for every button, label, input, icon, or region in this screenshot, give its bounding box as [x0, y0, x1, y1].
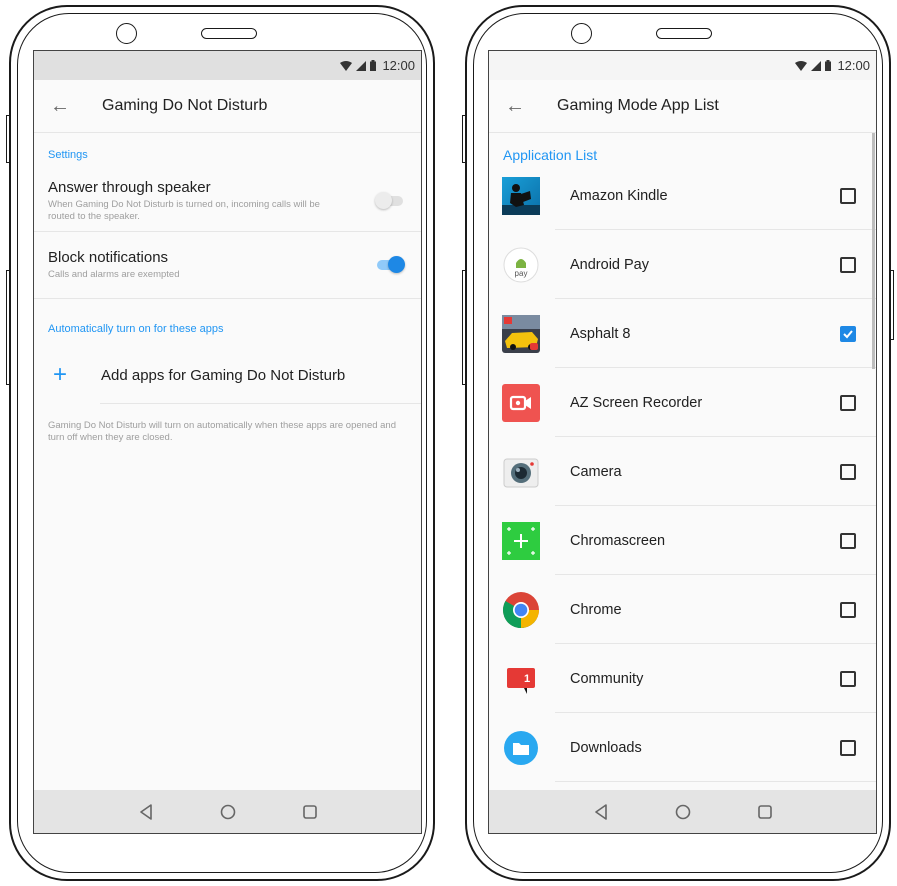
- block-notifications-toggle[interactable]: [375, 255, 405, 275]
- back-triangle-icon[interactable]: [134, 800, 158, 824]
- app-checkbox[interactable]: [840, 532, 856, 549]
- app-name: Community: [570, 670, 644, 687]
- list-item[interactable]: Chrome: [489, 575, 876, 644]
- list-item[interactable]: AZ Screen Recorder: [489, 368, 876, 437]
- app-name: Downloads: [570, 739, 642, 756]
- navigation-bar: [34, 790, 421, 833]
- svg-text:pay: pay: [515, 269, 528, 278]
- arrow-back-icon[interactable]: ←: [34, 95, 86, 118]
- page-title: Gaming Do Not Disturb: [102, 97, 268, 114]
- app-name: Asphalt 8: [570, 325, 631, 342]
- chrome-icon: [502, 591, 540, 629]
- app-checkbox[interactable]: [840, 739, 856, 756]
- add-apps-label: Add apps for Gaming Do Not Disturb: [101, 366, 346, 384]
- status-time: 12:00: [382, 58, 415, 73]
- chromascreen-icon: [502, 521, 540, 560]
- add-apps-button[interactable]: + Add apps for Gaming Do Not Disturb: [34, 347, 421, 403]
- home-circle-icon[interactable]: [216, 800, 240, 824]
- list-item[interactable]: Asphalt 8: [489, 299, 876, 368]
- screen-gaming-dnd: 12:00 ← Gaming Do Not Disturb Settings A…: [33, 50, 422, 834]
- status-bar: 12:00: [489, 51, 876, 80]
- app-checkbox[interactable]: [840, 256, 856, 273]
- app-checkbox[interactable]: [840, 601, 856, 618]
- app-bar: ← Gaming Mode App List: [489, 80, 876, 133]
- volume-button-left: [6, 115, 10, 163]
- app-name: Camera: [570, 463, 622, 480]
- footnote: Gaming Do Not Disturb will turn on autom…: [48, 420, 396, 443]
- status-icons: [795, 60, 832, 71]
- front-camera-left: [116, 23, 137, 44]
- android-pay-icon: pay: [502, 246, 540, 284]
- signal-icon: [356, 60, 367, 71]
- app-checkbox[interactable]: [840, 394, 856, 411]
- setting-title: Block notifications: [48, 249, 169, 266]
- setting-subtitle: Calls and alarms are exempted: [48, 269, 180, 280]
- home-circle-icon[interactable]: [671, 800, 695, 824]
- app-name: AZ Screen Recorder: [570, 394, 703, 411]
- app-name: Android Pay: [570, 256, 649, 273]
- app-name: Chrome: [570, 601, 622, 618]
- list-item[interactable]: 1 Community: [489, 644, 876, 713]
- side-button-left: [462, 270, 466, 385]
- page-title: Gaming Mode App List: [557, 97, 719, 114]
- setting-answer-through-speaker[interactable]: Answer through speaker When Gaming Do No…: [34, 161, 421, 231]
- battery-icon: [370, 60, 377, 71]
- list-item[interactable]: pay Android Pay: [489, 230, 876, 299]
- list-item[interactable]: Downloads: [489, 713, 876, 782]
- wifi-icon: [795, 60, 808, 71]
- app-checkbox[interactable]: [840, 187, 856, 204]
- asphalt-icon: [502, 314, 540, 353]
- az-recorder-icon: [502, 383, 540, 422]
- earpiece-right: [656, 28, 712, 39]
- volume-button-left: [462, 115, 466, 163]
- arrow-back-icon[interactable]: ←: [489, 95, 541, 118]
- status-icons: [340, 60, 377, 71]
- app-checkbox-checked[interactable]: [840, 325, 856, 342]
- app-bar: ← Gaming Do Not Disturb: [34, 80, 421, 133]
- check-icon: [843, 329, 853, 338]
- app-checkbox[interactable]: [840, 463, 856, 480]
- front-camera-right: [571, 23, 592, 44]
- battery-icon: [825, 60, 832, 71]
- status-bar: 12:00: [34, 51, 421, 80]
- signal-icon: [811, 60, 822, 71]
- side-button-left: [6, 270, 10, 385]
- auto-section-header: Automatically turn on for these apps: [48, 323, 224, 335]
- app-name: Chromascreen: [570, 532, 666, 549]
- status-time: 12:00: [837, 58, 870, 73]
- downloads-icon: [502, 729, 540, 767]
- settings-section-header: Settings: [48, 149, 88, 161]
- plus-icon: +: [52, 361, 67, 388]
- setting-block-notifications[interactable]: Block notifications Calls and alarms are…: [34, 232, 421, 298]
- kindle-icon: [502, 176, 540, 215]
- app-checkbox[interactable]: [840, 670, 856, 687]
- setting-title: Answer through speaker: [48, 179, 211, 196]
- recents-square-icon[interactable]: [298, 800, 322, 824]
- speaker-toggle[interactable]: [375, 191, 405, 211]
- back-triangle-icon[interactable]: [589, 800, 613, 824]
- list-item[interactable]: Camera: [489, 437, 876, 506]
- svg-text:1: 1: [524, 673, 530, 685]
- earpiece-left: [201, 28, 257, 39]
- camera-icon: [502, 453, 540, 491]
- app-name: Amazon Kindle: [570, 187, 668, 204]
- screen-app-list: 12:00 ← Gaming Mode App List Application…: [488, 50, 877, 834]
- app-list: Amazon Kindle pay Android Pay Asphalt 8: [489, 161, 876, 782]
- list-item[interactable]: Amazon Kindle: [489, 161, 876, 230]
- navigation-bar: [489, 790, 876, 833]
- list-item[interactable]: Chromascreen: [489, 506, 876, 575]
- setting-subtitle: When Gaming Do Not Disturb is turned on,…: [48, 199, 320, 222]
- wifi-icon: [340, 60, 353, 71]
- power-button-right: [890, 270, 894, 340]
- community-icon: 1: [502, 660, 540, 698]
- scrollbar[interactable]: [872, 133, 875, 369]
- recents-square-icon[interactable]: [753, 800, 777, 824]
- divider: [555, 781, 876, 782]
